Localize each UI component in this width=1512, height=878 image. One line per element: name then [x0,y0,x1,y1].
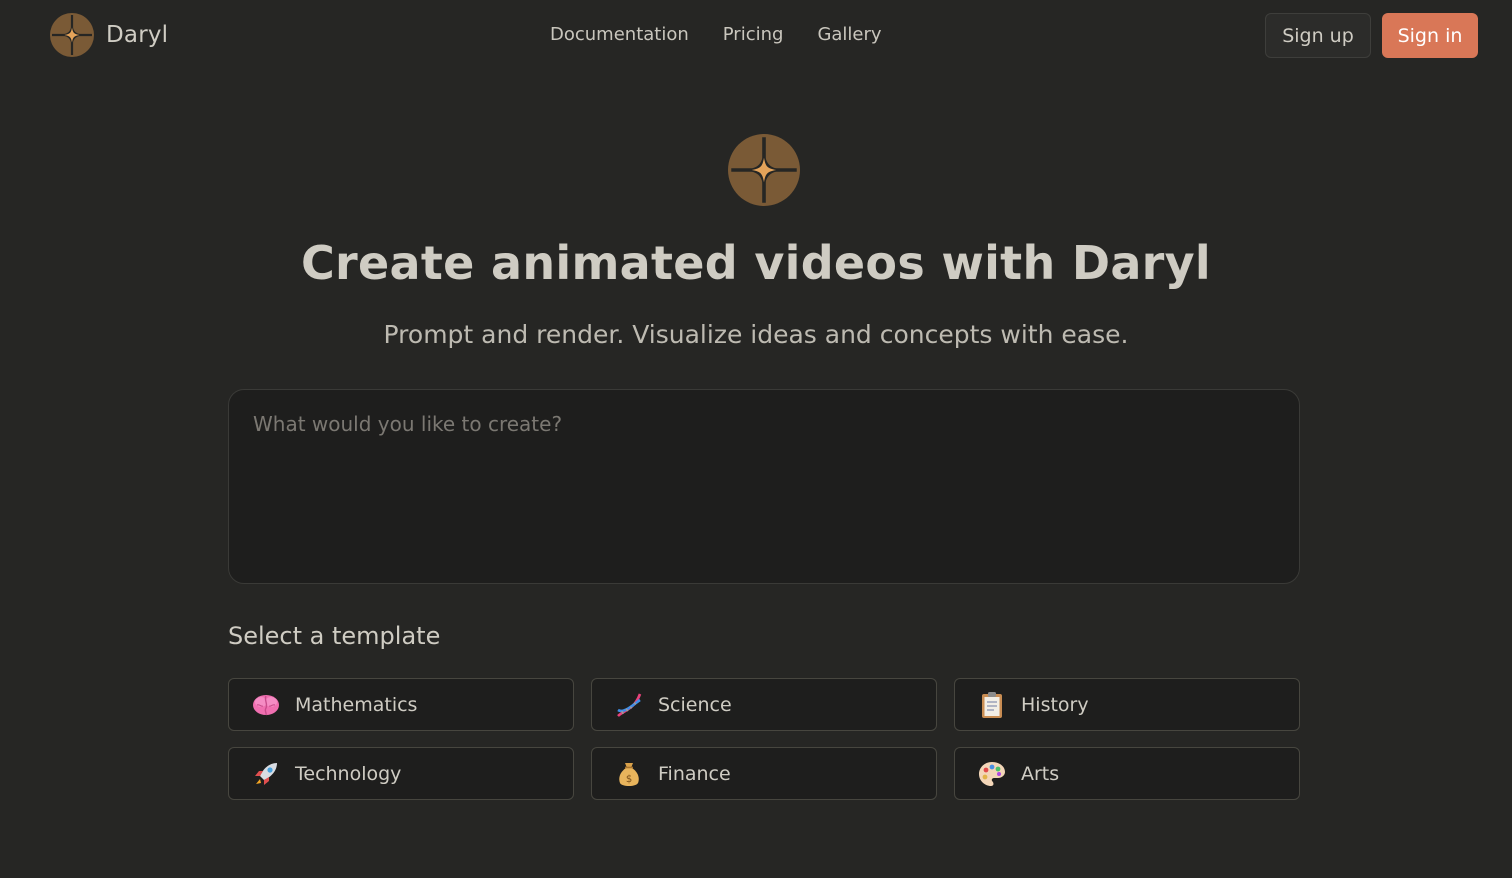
svg-text:$: $ [626,774,632,785]
sign-in-button[interactable]: Sign in [1382,13,1478,58]
template-label: Finance [658,762,731,785]
dna-icon [614,690,644,720]
brand-name: Daryl [106,22,169,48]
hero-title: Create animated videos with Daryl [301,236,1211,290]
sign-up-button[interactable]: Sign up [1265,13,1371,58]
clipboard-icon [977,690,1007,720]
hero-subtitle: Prompt and render. Visualize ideas and c… [383,320,1129,349]
template-mathematics[interactable]: Mathematics [228,678,574,731]
template-section-title: Select a template [228,622,441,650]
nav-gallery[interactable]: Gallery [817,24,881,45]
hero-logo-icon [728,134,800,206]
template-arts[interactable]: Arts [954,747,1300,800]
template-technology[interactable]: Technology [228,747,574,800]
template-science[interactable]: Science [591,678,937,731]
template-label: Science [658,693,732,716]
prompt-input[interactable] [228,389,1300,584]
daryl-logo-icon [50,13,94,57]
header: Daryl Documentation Pricing Gallery Sign… [0,0,1512,74]
nav-documentation[interactable]: Documentation [550,24,689,45]
template-label: Technology [295,762,402,785]
page: Daryl Documentation Pricing Gallery Sign… [0,0,1512,878]
brand[interactable]: Daryl [50,13,168,57]
money-bag-icon: $ [614,759,644,789]
template-history[interactable]: History [954,678,1300,731]
template-label: History [1021,693,1089,716]
nav-pricing[interactable]: Pricing [723,24,784,45]
template-finance[interactable]: $ Finance [591,747,937,800]
template-label: Mathematics [295,693,418,716]
rocket-icon [251,759,281,789]
main-nav: Documentation Pricing Gallery [550,24,916,45]
palette-icon [977,759,1007,789]
brain-icon [251,690,281,720]
template-label: Arts [1021,762,1060,785]
